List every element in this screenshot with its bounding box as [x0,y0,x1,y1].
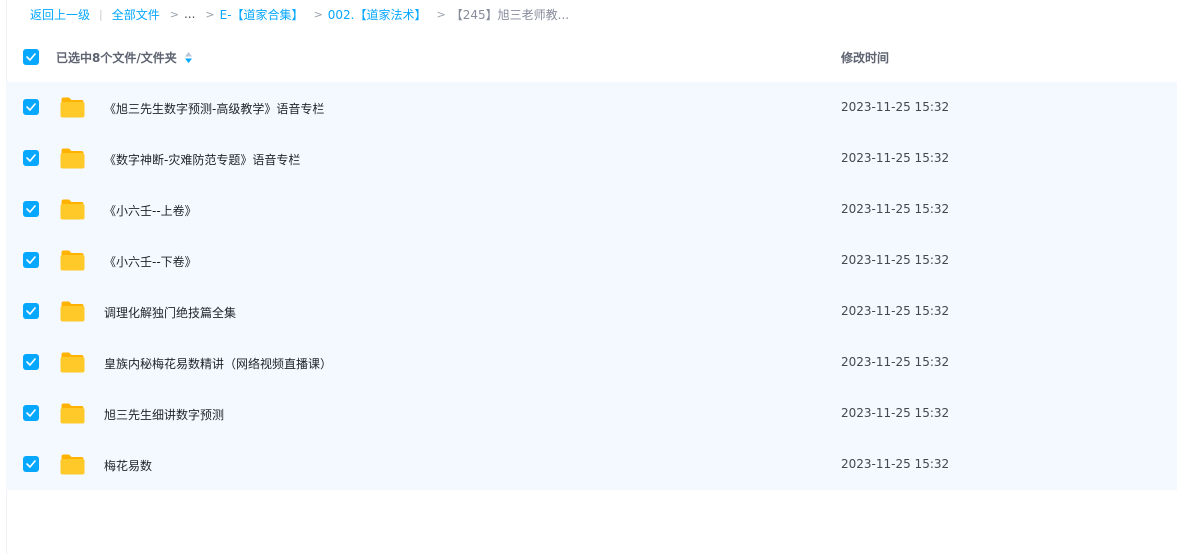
checkmark-icon [26,103,36,111]
table-row[interactable]: 《旭三先生数字预测-高级教学》语音专栏 2023-11-25 15:32 [6,82,1177,133]
folder-icon [60,301,85,322]
table-row[interactable]: 《数字神断-灾难防范专题》语音专栏 2023-11-25 15:32 [6,133,1177,184]
row-checkbox[interactable] [23,456,39,472]
row-checkbox[interactable] [23,201,39,217]
checkmark-icon [26,256,36,264]
row-checkbox[interactable] [23,405,39,421]
file-name[interactable]: 《小六壬--上卷》 [104,202,197,219]
table-row[interactable]: 《小六壬--下卷》 2023-11-25 15:32 [6,235,1177,286]
modified-time: 2023-11-25 15:32 [841,355,950,369]
modified-time: 2023-11-25 15:32 [841,151,950,165]
file-name[interactable]: 皇族内秘梅花易数精讲（网络视频直播课） [104,355,332,372]
back-link[interactable]: 返回上一级 [30,6,90,23]
row-checkbox[interactable] [23,354,39,370]
list-header: 已选中8个文件/文件夹 修改时间 [6,40,1177,74]
checkmark-icon [26,53,36,61]
modified-time: 2023-11-25 15:32 [841,253,950,267]
folder-icon [60,352,85,373]
table-row[interactable]: 调理化解独门绝技篇全集 2023-11-25 15:32 [6,286,1177,337]
modified-time: 2023-11-25 15:32 [841,406,950,420]
table-row[interactable]: 《小六壬--上卷》 2023-11-25 15:32 [6,184,1177,235]
modified-time: 2023-11-25 15:32 [841,202,950,216]
breadcrumb-crumb-2[interactable]: 002.【道家法术】 [328,6,427,23]
folder-icon [60,403,85,424]
checkmark-icon [26,409,36,417]
file-name[interactable]: 《旭三先生数字预测-高级教学》语音专栏 [104,100,324,117]
checkmark-icon [26,154,36,162]
checkmark-icon [26,307,36,315]
row-checkbox[interactable] [23,252,39,268]
file-name[interactable]: 《数字神断-灾难防范专题》语音专栏 [104,151,300,168]
folder-icon [60,250,85,271]
select-all-checkbox[interactable] [23,49,39,65]
modified-time: 2023-11-25 15:32 [841,304,950,318]
selected-count-label: 已选中8个文件/文件夹 [56,51,177,65]
breadcrumb-all-files[interactable]: 全部文件 [112,6,160,23]
column-time-header[interactable]: 修改时间 [841,49,889,66]
breadcrumb-crumb-1[interactable]: E-【道家合集】 [220,6,304,23]
checkmark-icon [26,205,36,213]
breadcrumb-separator: > [313,7,323,21]
row-checkbox[interactable] [23,99,39,115]
breadcrumb-separator: > [169,7,179,21]
file-list: 《旭三先生数字预测-高级教学》语音专栏 2023-11-25 15:32 《数字神断… [6,82,1177,490]
modified-time: 2023-11-25 15:32 [841,457,950,471]
file-name[interactable]: 调理化解独门绝技篇全集 [104,304,236,321]
table-row[interactable]: 旭三先生细讲数字预测 2023-11-25 15:32 [6,388,1177,439]
breadcrumb-current: 【245】旭三老师教... [450,7,570,22]
file-name[interactable]: 《小六壬--下卷》 [104,253,197,270]
row-checkbox[interactable] [23,150,39,166]
sort-icon[interactable] [184,52,192,63]
breadcrumb-separator: > [205,7,215,21]
breadcrumb-divider: | [99,7,103,21]
breadcrumb-ellipsis[interactable]: ... [184,7,195,21]
folder-icon [60,97,85,118]
row-checkbox[interactable] [23,303,39,319]
breadcrumb: 返回上一级 | 全部文件 > ... > E-【道家合集】 > 002.【道家法… [30,6,569,22]
checkmark-icon [26,358,36,366]
column-name-header[interactable]: 已选中8个文件/文件夹 [56,49,192,66]
folder-icon [60,199,85,220]
file-name[interactable]: 旭三先生细讲数字预测 [104,406,224,423]
checkmark-icon [26,460,36,468]
breadcrumb-separator: > [436,7,446,21]
file-name[interactable]: 梅花易数 [104,457,152,474]
table-row[interactable]: 梅花易数 2023-11-25 15:32 [6,439,1177,490]
folder-icon [60,148,85,169]
folder-icon [60,454,85,475]
modified-time: 2023-11-25 15:32 [841,100,950,114]
table-row[interactable]: 皇族内秘梅花易数精讲（网络视频直播课） 2023-11-25 15:32 [6,337,1177,388]
